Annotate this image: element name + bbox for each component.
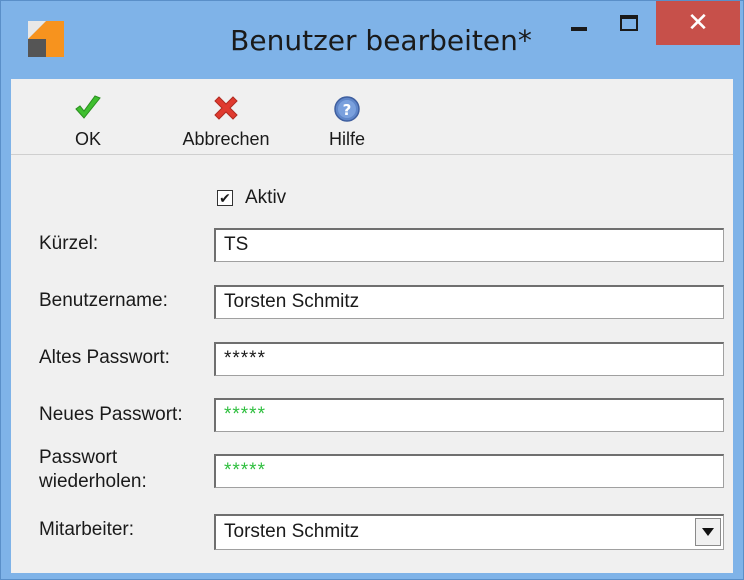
mitarbeiter-select[interactable]: Torsten Schmitz	[214, 514, 724, 550]
checkmark-icon	[75, 95, 101, 119]
benutzername-label: Benutzername:	[39, 290, 168, 311]
passwort-wiederholen-field[interactable]: *****	[214, 454, 724, 488]
maximize-button[interactable]	[606, 1, 652, 45]
help-label: Hilfe	[328, 129, 365, 149]
app-icon	[28, 21, 64, 57]
altes-passwort-label: Altes Passwort:	[39, 347, 170, 368]
dialog-body: OK Abbrechen ? Hilfe ✔ Aktiv Kürzel: TS …	[11, 79, 733, 573]
close-button[interactable]: ✕	[656, 1, 740, 45]
active-label: Aktiv	[245, 187, 287, 208]
cancel-label: Abbrechen	[182, 129, 270, 149]
kuerzel-label: Kürzel:	[39, 233, 99, 254]
ok-button[interactable]: OK	[63, 79, 113, 155]
red-x-icon	[214, 96, 238, 120]
mitarbeiter-selected-value: Torsten Schmitz	[224, 521, 360, 542]
neues-passwort-field[interactable]: *****	[214, 398, 724, 432]
title-bar[interactable]: Benutzer bearbeiten* ✕	[1, 1, 743, 79]
window-title: Benutzer bearbeiten*	[230, 24, 532, 57]
maximize-icon	[620, 15, 638, 31]
benutzername-field[interactable]: Torsten Schmitz	[214, 285, 724, 319]
passwort-wiederholen-label-line1: Passwort	[39, 447, 118, 468]
edit-user-window: Benutzer bearbeiten* ✕ OK Abbrechen ? Hi…	[0, 0, 744, 580]
ok-label: OK	[74, 129, 101, 149]
help-button[interactable]: ? Hilfe	[317, 79, 377, 155]
user-form: ✔ Aktiv Kürzel: TS Benutzername: Torsten…	[11, 156, 733, 573]
minimize-button[interactable]	[556, 1, 602, 45]
kuerzel-field[interactable]: TS	[214, 228, 724, 262]
minimize-icon	[571, 27, 587, 31]
close-icon: ✕	[687, 8, 709, 38]
active-checkbox[interactable]: ✔	[217, 190, 233, 206]
cancel-button[interactable]: Abbrechen	[161, 79, 291, 155]
altes-passwort-field[interactable]: *****	[214, 342, 724, 376]
mitarbeiter-label: Mitarbeiter:	[39, 519, 135, 540]
triangle-down-icon	[702, 528, 714, 536]
neues-passwort-label: Neues Passwort:	[39, 404, 183, 425]
active-checkbox-row[interactable]: ✔ Aktiv	[217, 184, 286, 212]
svg-text:?: ?	[343, 101, 352, 119]
question-icon: ?	[334, 96, 360, 122]
dropdown-button[interactable]	[695, 518, 721, 546]
passwort-wiederholen-label-line2: wiederholen:	[39, 471, 147, 492]
toolbar: OK Abbrechen ? Hilfe	[11, 79, 733, 155]
